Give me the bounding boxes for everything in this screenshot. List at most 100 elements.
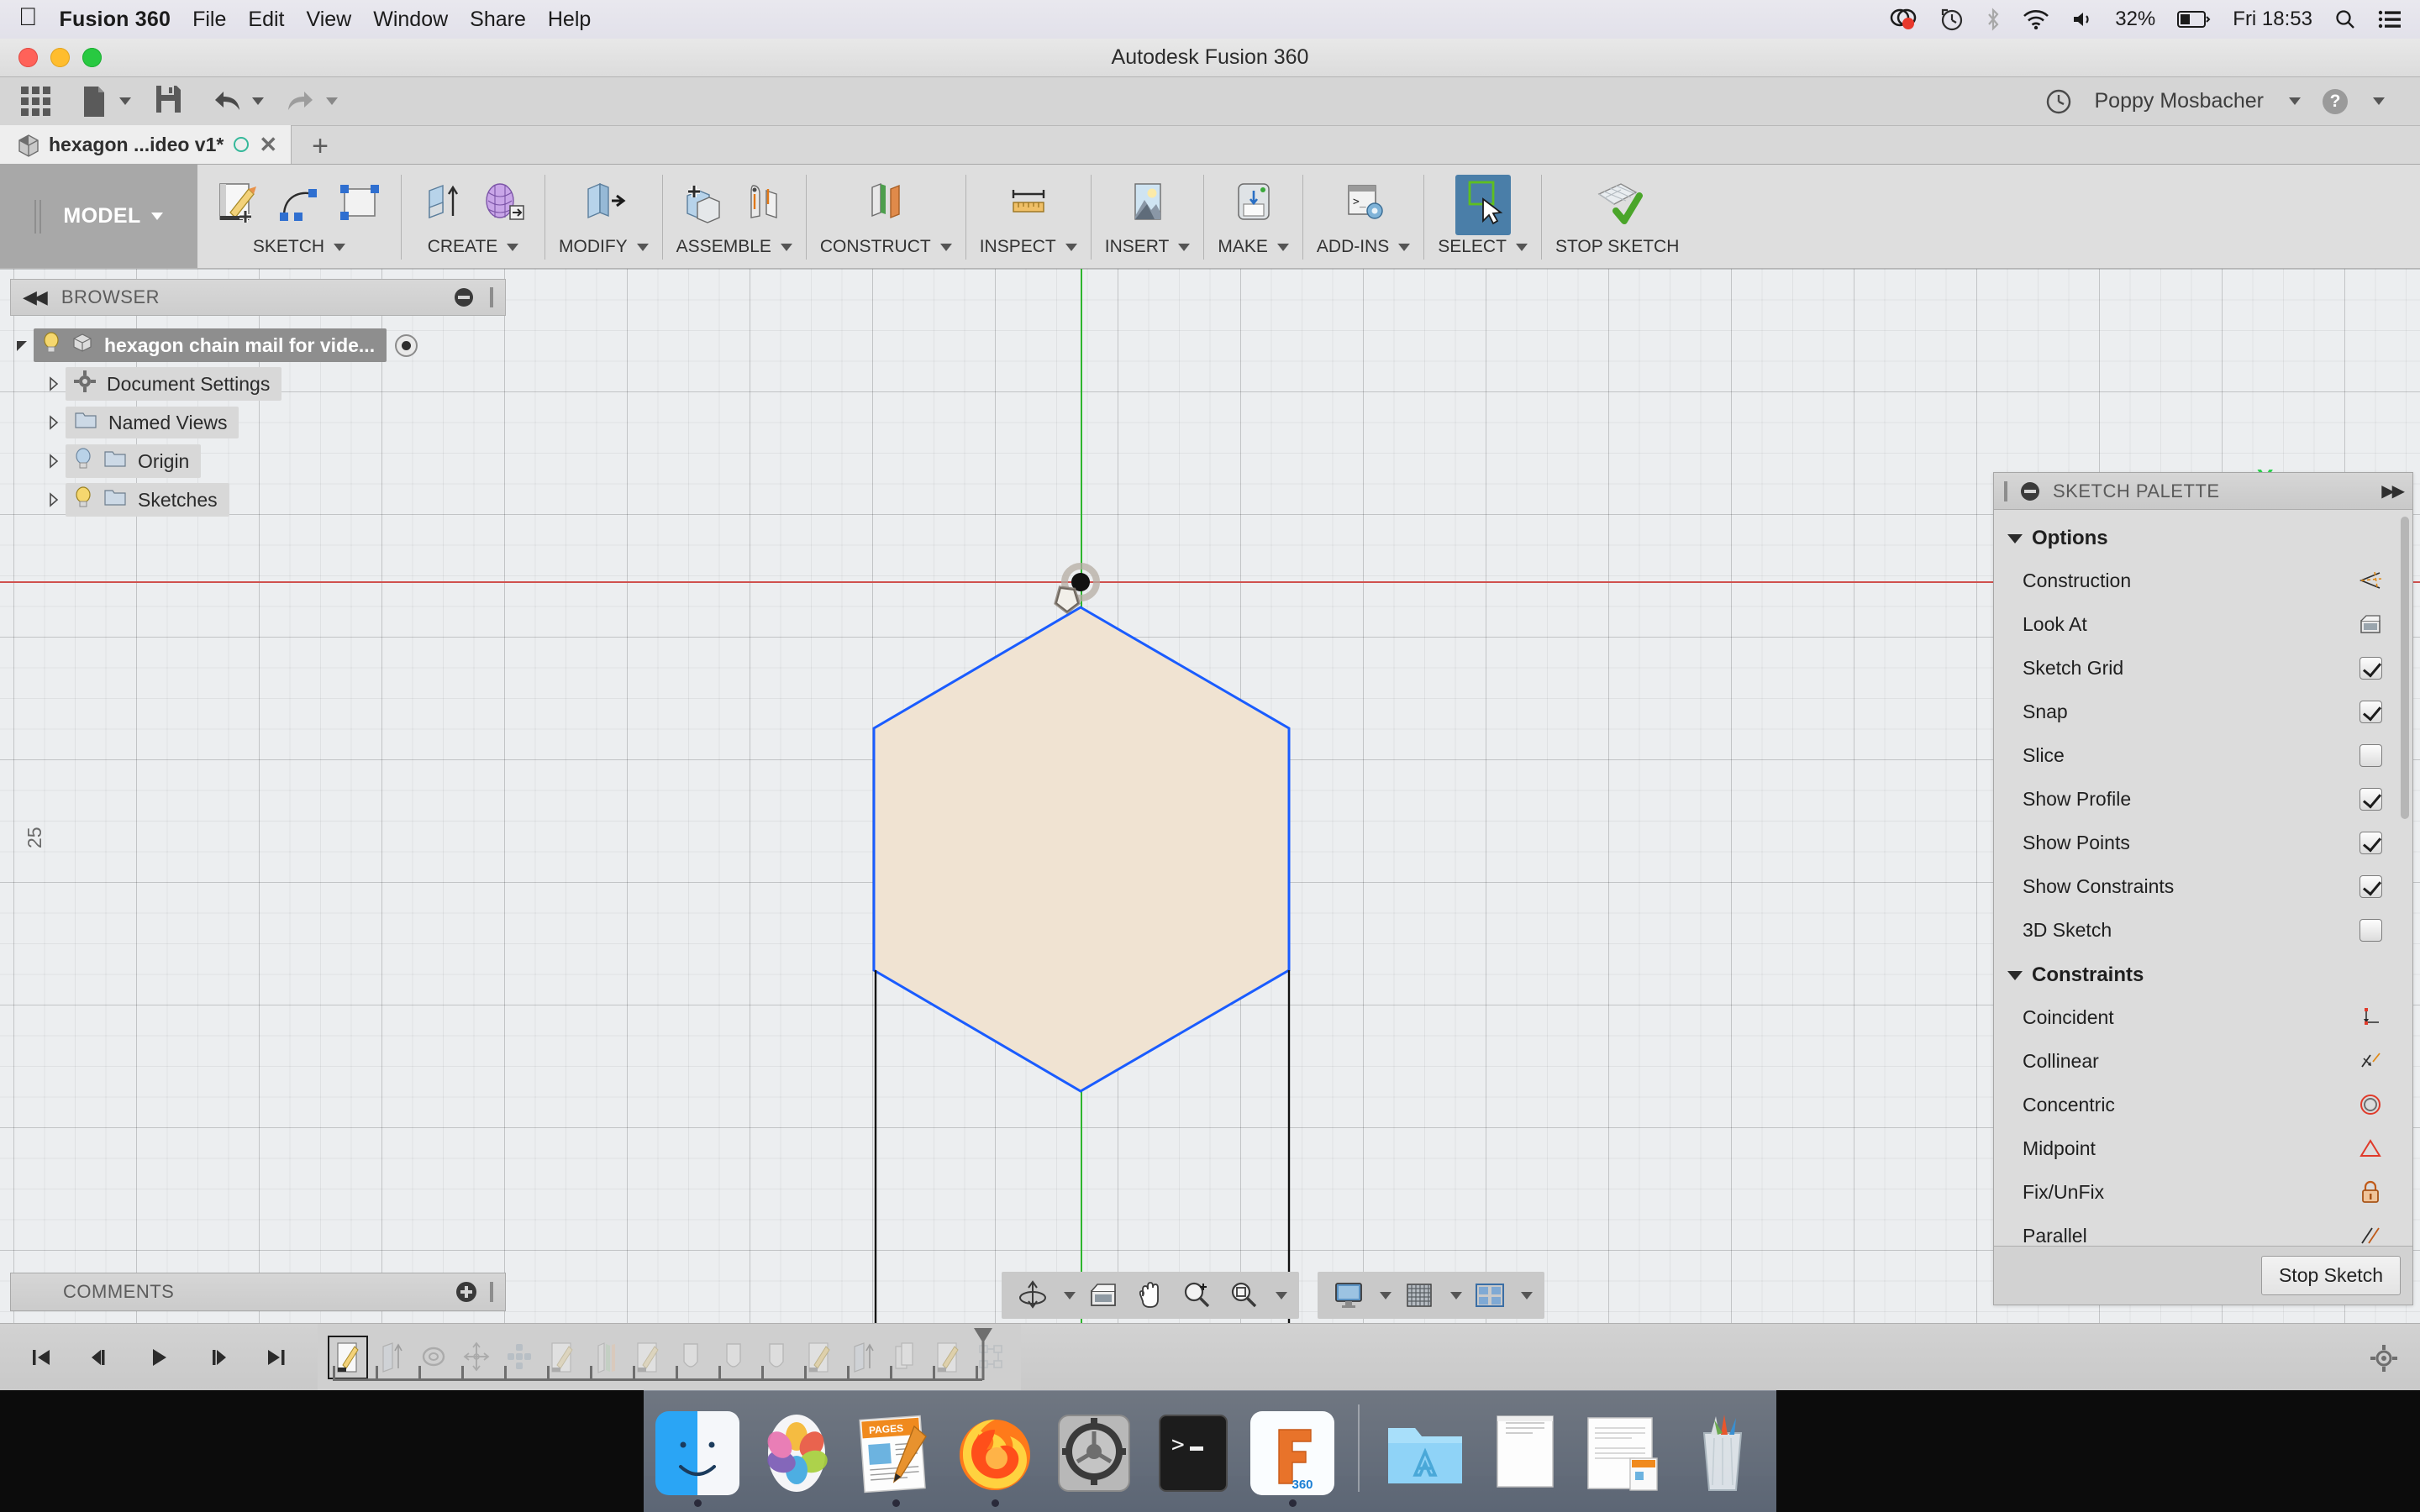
show-data-panel-button[interactable] xyxy=(13,83,57,120)
collapse-icon[interactable] xyxy=(2021,481,2039,501)
dock-item-documents-stack[interactable] xyxy=(1482,1411,1566,1507)
palette-row-collinear[interactable]: Collinear xyxy=(1994,1039,2412,1083)
palette-row-sketch-grid[interactable]: Sketch Grid xyxy=(1994,646,2412,690)
measure-button[interactable] xyxy=(1001,175,1056,235)
extrude-button[interactable] xyxy=(415,175,471,235)
lightbulb-on-icon[interactable] xyxy=(74,486,92,513)
tree-node-root[interactable]: hexagon chain mail for vide... xyxy=(34,328,387,362)
offset-plane-button[interactable] xyxy=(858,175,913,235)
ribbon-group-label[interactable]: INSPECT xyxy=(980,237,1077,257)
rewind-icon[interactable]: ◀◀ xyxy=(23,286,48,308)
user-name-label[interactable]: Poppy Mosbacher xyxy=(2094,89,2264,113)
menu-window[interactable]: Window xyxy=(373,8,448,32)
palette-drag-handle[interactable] xyxy=(2004,480,2007,501)
go-to-end-icon[interactable] xyxy=(257,1340,296,1375)
tree-node-origin[interactable]: Origin xyxy=(66,444,202,478)
ribbon-group-label[interactable]: SKETCH xyxy=(253,237,346,257)
go-to-start-icon[interactable] xyxy=(22,1340,60,1375)
step-back-icon[interactable] xyxy=(81,1340,119,1375)
zoom-icon[interactable] xyxy=(1178,1278,1217,1313)
ribbon-group-label[interactable]: ASSEMBLE xyxy=(676,237,792,257)
play-icon[interactable] xyxy=(139,1340,178,1375)
dock-item-firefox[interactable] xyxy=(953,1411,1037,1507)
volume-icon[interactable] xyxy=(2071,9,2093,29)
snap-checkbox[interactable] xyxy=(2359,700,2382,723)
expand-arrow-closed[interactable] xyxy=(42,492,66,507)
line-button[interactable] xyxy=(271,175,327,235)
ribbon-group-label[interactable]: SELECT xyxy=(1438,237,1528,257)
dock-item-applications[interactable] xyxy=(1383,1411,1467,1507)
create-sketch-button[interactable] xyxy=(211,175,266,235)
stop-sketch-button[interactable] xyxy=(1590,175,1645,235)
palette-row-show-profile[interactable]: Show Profile xyxy=(1994,777,2412,821)
wifi-icon[interactable] xyxy=(2023,9,2049,29)
menu-view[interactable]: View xyxy=(306,8,351,32)
midpoint-icon[interactable] xyxy=(2354,1137,2387,1159)
tree-item-root[interactable]: hexagon chain mail for vide... xyxy=(10,326,506,365)
chevron-down-icon[interactable] xyxy=(1450,1291,1462,1299)
grid-settings-icon[interactable] xyxy=(1400,1278,1439,1313)
dock-item-system-preferences[interactable] xyxy=(1052,1411,1136,1507)
stop-sketch-button[interactable]: Stop Sketch xyxy=(2260,1256,2401,1295)
new-component-button[interactable] xyxy=(676,175,732,235)
look-at-icon[interactable] xyxy=(1084,1278,1123,1313)
add-comment-icon[interactable] xyxy=(456,1282,476,1302)
chevron-down-icon[interactable] xyxy=(2289,97,2301,105)
menu-help[interactable]: Help xyxy=(548,8,591,32)
palette-row-concentric[interactable]: Concentric xyxy=(1994,1083,2412,1126)
dock-item-pages[interactable]: PAGES xyxy=(854,1411,938,1507)
palette-row-look-at[interactable]: Look At xyxy=(1994,602,2412,646)
undo-button[interactable] xyxy=(205,83,264,120)
save-button[interactable] xyxy=(146,83,190,120)
chevron-down-icon[interactable] xyxy=(2373,97,2385,105)
look-at-icon[interactable] xyxy=(2354,613,2387,635)
select-button[interactable] xyxy=(1455,175,1511,235)
insert-image-button[interactable] xyxy=(1120,175,1176,235)
expand-arrow-closed[interactable] xyxy=(42,415,66,430)
step-forward-icon[interactable] xyxy=(198,1340,237,1375)
tree-node-named-views[interactable]: Named Views xyxy=(66,407,239,438)
timeline-marker[interactable] xyxy=(971,1326,996,1386)
apple-logo-icon[interactable]:  xyxy=(18,5,38,30)
collapse-icon[interactable] xyxy=(455,288,473,307)
ribbon-group-label[interactable]: STOP SKETCH xyxy=(1555,237,1679,257)
ribbon-group-label[interactable]: CREATE xyxy=(428,237,519,257)
comments-panel[interactable]: COMMENTS xyxy=(10,1273,506,1311)
menu-share[interactable]: Share xyxy=(470,8,526,32)
workspace-switcher[interactable]: MODEL xyxy=(0,165,197,268)
bluetooth-icon[interactable] xyxy=(1986,8,2001,31)
show-points-checkbox[interactable] xyxy=(2359,831,2382,854)
joint-button[interactable] xyxy=(737,175,792,235)
menu-bar-clock[interactable]: Fri 18:53 xyxy=(2233,8,2312,31)
ribbon-group-label[interactable]: INSERT xyxy=(1105,237,1191,257)
help-icon[interactable]: ? xyxy=(2323,88,2348,114)
panel-resize-handle[interactable] xyxy=(490,287,493,307)
component-activate-radio[interactable] xyxy=(395,333,418,357)
ribbon-group-label[interactable]: ADD-INS xyxy=(1317,237,1411,257)
expand-arrow-closed[interactable] xyxy=(42,376,66,391)
3d-sketch-checkbox[interactable] xyxy=(2359,918,2382,942)
pan-icon[interactable] xyxy=(1131,1278,1170,1313)
section-constraints[interactable]: Constraints xyxy=(1994,952,2412,995)
document-tab[interactable]: hexagon ...ideo v1* ✕ xyxy=(0,125,292,164)
parallel-icon[interactable] xyxy=(2354,1225,2387,1246)
chevron-down-icon[interactable] xyxy=(1521,1291,1533,1299)
collinear-icon[interactable] xyxy=(2354,1050,2387,1072)
file-menu-button[interactable] xyxy=(72,83,131,120)
expand-arrow-open[interactable] xyxy=(10,337,34,354)
close-icon[interactable]: ✕ xyxy=(259,134,277,155)
tree-item-sketches[interactable]: Sketches xyxy=(10,480,506,519)
palette-row-snap[interactable]: Snap xyxy=(1994,690,2412,733)
palette-row-3d-sketch[interactable]: 3D Sketch xyxy=(1994,908,2412,952)
concentric-icon[interactable] xyxy=(2354,1093,2387,1116)
dock-item-finder[interactable] xyxy=(655,1411,739,1507)
palette-row-show-constraints[interactable]: Show Constraints xyxy=(1994,864,2412,908)
expand-arrow-closed[interactable] xyxy=(42,454,66,469)
show-constraints-checkbox[interactable] xyxy=(2359,874,2382,898)
tree-node-sketches[interactable]: Sketches xyxy=(66,483,229,517)
press-pull-button[interactable] xyxy=(576,175,631,235)
tree-item-document-settings[interactable]: Document Settings xyxy=(10,365,506,403)
chevron-down-icon[interactable] xyxy=(1064,1291,1076,1299)
palette-row-show-points[interactable]: Show Points xyxy=(1994,821,2412,864)
redo-button[interactable] xyxy=(279,83,338,120)
